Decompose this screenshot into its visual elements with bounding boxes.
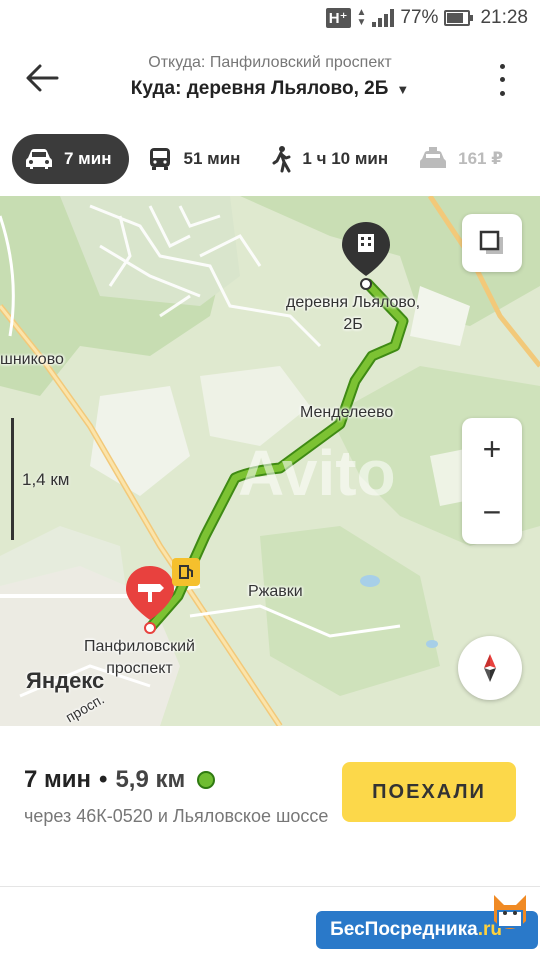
clock: 21:28 <box>480 7 528 28</box>
compass-icon <box>484 654 496 682</box>
destination-label-line1: деревня Льялово, <box>286 294 421 311</box>
summary-separator: • <box>99 766 108 793</box>
pedestrian-icon <box>272 146 291 173</box>
route-header: Откуда: Панфиловский проспект Куда: дере… <box>0 36 540 122</box>
map-label-destination: деревня Льялово, 2Б <box>286 292 420 336</box>
watermark-label: БесПосредника.ru <box>316 895 538 949</box>
layers-button[interactable] <box>462 214 522 272</box>
status-icons: H⁺ ▲ ▼ 77% 21:28 <box>325 6 528 30</box>
route-distance: 5,9 км <box>115 766 186 793</box>
start-pin[interactable] <box>124 564 176 628</box>
tab-bus[interactable]: 51 мин <box>135 134 258 184</box>
layers-icon <box>479 230 503 254</box>
battery-fill <box>447 13 463 23</box>
destination-pin[interactable] <box>340 220 392 284</box>
zoom-in-button[interactable]: + <box>462 418 522 481</box>
taxi-icon <box>420 147 447 168</box>
dot-icon <box>499 77 505 83</box>
start-label-line1: Панфиловский <box>84 638 195 655</box>
route-to-label: Куда: деревня Льялово, 2Б <box>130 78 389 99</box>
tab-taxi-label: 161 ₽ <box>458 149 504 168</box>
fox-mascot-icon <box>494 895 526 929</box>
watermark-text: БесПосредника <box>330 919 478 940</box>
car-icon <box>26 149 52 169</box>
panel-divider <box>0 886 540 887</box>
tab-car[interactable]: 7 мин <box>12 134 130 184</box>
caret-down-icon: ▼ <box>396 81 410 97</box>
route-via: через 46К-0520 и Льяловское шоссе <box>24 806 329 826</box>
map-label-rzhavki: Ржавки <box>248 583 303 600</box>
map-view[interactable]: Avito деревня Льялово, 2Б шниково Мендел… <box>0 196 540 726</box>
map-scale-label: 1,4 км <box>22 470 70 489</box>
route-time: 7 мин <box>24 766 92 793</box>
network-type-icon: H⁺ <box>325 8 351 28</box>
route-from[interactable]: Откуда: Панфиловский проспект <box>0 54 540 72</box>
dot-icon <box>499 90 505 96</box>
status-bar: H⁺ ▲ ▼ 77% 21:28 <box>0 0 540 36</box>
traffic-status-icon <box>197 771 216 789</box>
map-watermark: Avito <box>238 437 396 509</box>
data-activity-icon: ▲ ▼ <box>356 7 367 28</box>
dot-icon <box>499 64 505 70</box>
route-panel: 7 мин • 5,9 км через 46К-0520 и Льяловск… <box>0 726 540 960</box>
route-summary: 7 мин • 5,9 км <box>24 766 216 794</box>
transport-tabs: 7 мин 51 мин 1 ч 10 мин 161 ₽ <box>12 132 540 186</box>
battery-icon <box>444 10 474 26</box>
yandex-logo: Яндекс <box>26 668 105 693</box>
compass-button[interactable] <box>458 636 522 700</box>
destination-label-line2: 2Б <box>343 316 363 333</box>
bus-icon <box>150 148 171 170</box>
map-label-mendeleevo: Менделеево <box>300 404 394 421</box>
tab-car-label: 7 мин <box>64 149 112 168</box>
tab-pedestrian[interactable]: 1 ч 10 мин <box>258 134 406 184</box>
map-scale-bar <box>11 418 14 540</box>
tab-bus-label: 51 мин <box>183 149 241 168</box>
map-label-village: шниково <box>0 351 64 368</box>
site-watermark: БесПосредника.ru <box>316 895 538 954</box>
route-to[interactable]: Куда: деревня Льялово, 2Б ▼ <box>131 78 409 100</box>
fuel-station-icon[interactable] <box>172 558 200 586</box>
tab-pedestrian-label: 1 ч 10 мин <box>302 149 389 168</box>
more-menu-button[interactable] <box>490 60 514 100</box>
battery-percent: 77% <box>400 7 439 28</box>
tab-taxi[interactable]: 161 ₽ <box>406 134 521 184</box>
signal-icon <box>372 9 395 27</box>
route-endpoints[interactable]: Откуда: Панфиловский проспект Куда: дере… <box>0 54 540 100</box>
zoom-controls: + − <box>462 418 522 544</box>
zoom-out-button[interactable]: − <box>462 481 522 544</box>
go-button[interactable]: ПОЕХАЛИ <box>342 762 516 822</box>
